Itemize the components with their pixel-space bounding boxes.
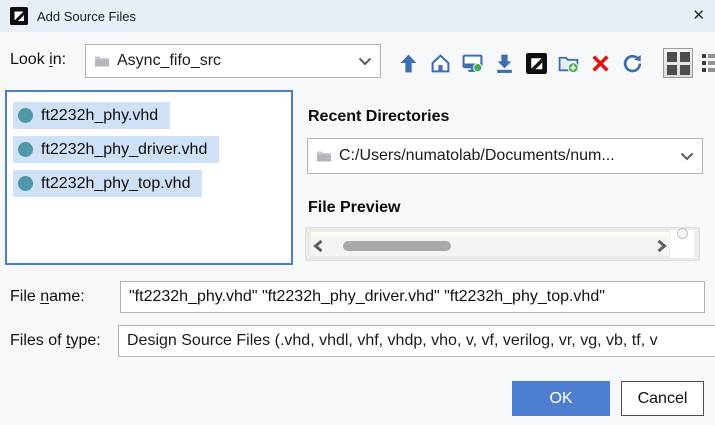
- up-one-level-icon[interactable]: [398, 53, 419, 74]
- file-preview-heading: File Preview: [308, 199, 401, 217]
- window-title: Add Source Files: [37, 9, 136, 24]
- delete-icon[interactable]: [590, 53, 611, 74]
- vhdl-file-icon: [18, 108, 33, 123]
- view-mode-group: [663, 48, 715, 78]
- file-list-item[interactable]: ft2232h_phy.vhd: [13, 102, 170, 129]
- create-new-folder-icon[interactable]: [558, 53, 579, 74]
- folder-icon: [316, 150, 332, 163]
- look-in-combobox[interactable]: Async_fifo_src: [85, 44, 381, 78]
- scroll-left-icon[interactable]: [311, 239, 327, 253]
- file-name-field-label: File name:: [10, 288, 85, 306]
- file-name-input[interactable]: [120, 281, 705, 313]
- recent-directories-icon[interactable]: [494, 53, 515, 74]
- recent-directories-combobox[interactable]: C:/Users/numatolab/Documents/num...: [307, 138, 703, 174]
- desktop-icon[interactable]: [462, 53, 483, 74]
- preview-horizontal-scrollbar[interactable]: [311, 236, 669, 256]
- scrollbar-nub: [677, 228, 688, 239]
- files-of-type-combobox[interactable]: Design Source Files (.vhd, vhdl, vhf, vh…: [118, 325, 715, 357]
- file-preview-pane: [305, 227, 700, 261]
- list-view-button[interactable]: [702, 53, 715, 73]
- ok-button[interactable]: OK: [512, 381, 610, 416]
- scroll-right-icon[interactable]: [653, 239, 669, 253]
- scrollbar-thumb[interactable]: [343, 241, 451, 251]
- file-list-item[interactable]: ft2232h_phy_driver.vhd: [13, 136, 219, 163]
- chevron-down-icon: [674, 152, 694, 161]
- vhdl-file-icon: [18, 142, 33, 157]
- home-icon[interactable]: [430, 53, 451, 74]
- look-in-label: Look in:: [10, 51, 66, 69]
- look-in-value: Async_fifo_src: [117, 52, 221, 70]
- files-of-type-label: Files of type:: [10, 332, 101, 350]
- files-of-type-value: Design Source Files (.vhd, vhdl, vhf, vh…: [127, 332, 658, 350]
- title-bar: Add Source Files ✕: [0, 0, 715, 32]
- recent-directory-value: C:/Users/numatolab/Documents/num...: [339, 147, 615, 165]
- grid-view-button[interactable]: [663, 48, 693, 78]
- vivado-logo-icon: [10, 7, 28, 25]
- cancel-button[interactable]: Cancel: [621, 381, 704, 416]
- recent-directories-heading: Recent Directories: [308, 108, 449, 126]
- close-icon[interactable]: ✕: [677, 0, 705, 32]
- chevron-down-icon: [352, 57, 372, 66]
- file-list-item[interactable]: ft2232h_phy_top.vhd: [13, 170, 202, 197]
- refresh-icon[interactable]: [622, 53, 643, 74]
- add-source-files-dialog: Add Source Files ✕ Look in: Async_fifo_s…: [0, 0, 715, 425]
- scrollbar-track[interactable]: [327, 236, 653, 256]
- project-directory-icon[interactable]: [526, 53, 547, 74]
- vhdl-file-icon: [18, 176, 33, 191]
- file-name-label: ft2232h_phy_top.vhd: [41, 175, 190, 193]
- file-list-panel[interactable]: ft2232h_phy.vhd ft2232h_phy_driver.vhd f…: [5, 90, 293, 265]
- file-dialog-toolbar: [398, 46, 715, 80]
- folder-icon: [94, 55, 110, 68]
- preview-vertical-scrollbar[interactable]: [670, 230, 694, 258]
- file-name-label: ft2232h_phy_driver.vhd: [41, 141, 207, 159]
- file-name-label: ft2232h_phy.vhd: [41, 107, 158, 125]
